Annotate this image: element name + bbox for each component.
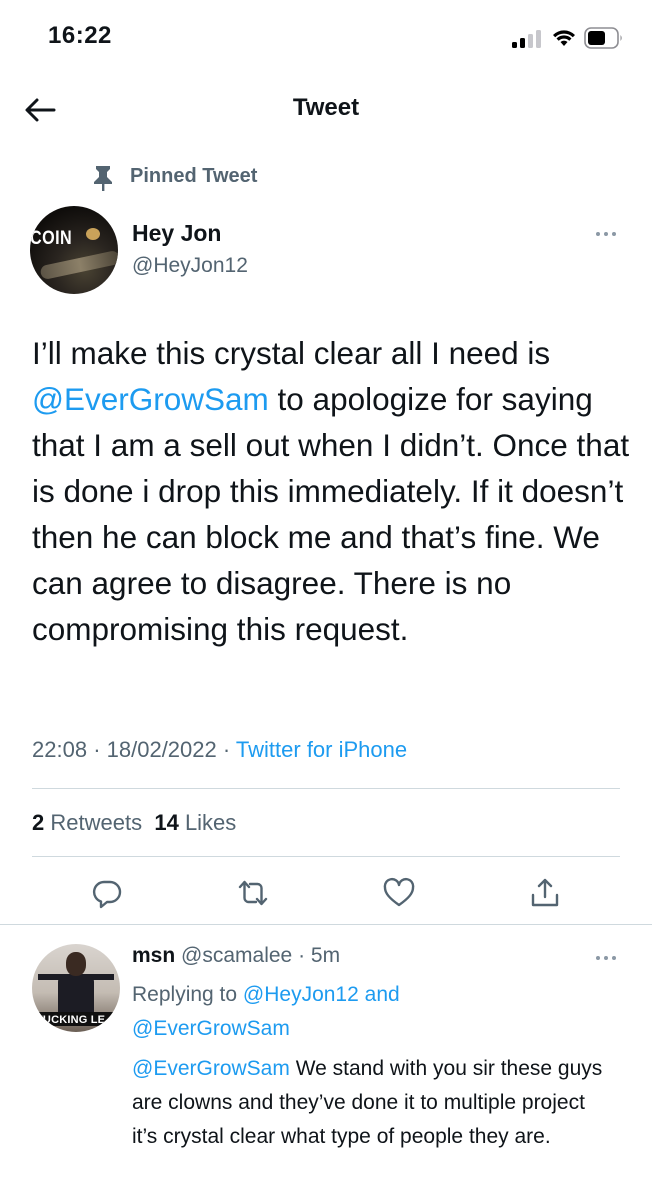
- reply-header: msn @scamalee · 5m: [132, 944, 341, 967]
- reply-text: @EverGrowSam We stand with you sir these…: [132, 1057, 603, 1148]
- retweet-icon[interactable]: [236, 876, 270, 910]
- mention-link[interactable]: @EverGrowSam: [132, 1057, 290, 1080]
- pinned-tweet-label: Pinned Tweet: [130, 165, 258, 187]
- share-icon[interactable]: [528, 876, 562, 910]
- cellular-signal-icon: [512, 30, 544, 48]
- reply-avatar-text: FUCKING LE: [36, 1014, 106, 1026]
- tweet-timestamp: 22:08 · 18/02/2022 · Twitter for iPhone: [32, 737, 408, 762]
- reply-more-options-icon[interactable]: [596, 956, 616, 960]
- battery-icon: [584, 27, 622, 49]
- replying-to-mention[interactable]: @EverGrowSam: [132, 1017, 290, 1040]
- tweet-date: 18/02/2022: [106, 737, 217, 762]
- likes-stat[interactable]: 14 Likes: [154, 810, 236, 835]
- avatar-text: COIN: [30, 228, 73, 249]
- divider: [32, 856, 620, 857]
- reply-age: 5m: [310, 944, 341, 967]
- author-name[interactable]: Hey Jon: [132, 220, 221, 247]
- reply-avatar[interactable]: FUCKING LE: [32, 944, 120, 1032]
- divider: [0, 924, 652, 925]
- mention-link[interactable]: @EverGrowSam: [32, 381, 269, 417]
- tweet-time: 22:08: [32, 737, 88, 762]
- status-time: 16:22: [48, 22, 112, 49]
- reply-author-handle[interactable]: @scamalee: [181, 944, 292, 967]
- like-icon[interactable]: [382, 876, 416, 910]
- page-title: Tweet: [292, 94, 360, 121]
- tweet-source-link[interactable]: Twitter for iPhone: [236, 737, 407, 762]
- replying-to-mention[interactable]: @HeyJon12: [243, 983, 359, 1006]
- tweet-stats: 2 Retweets 14 Likes: [32, 810, 236, 836]
- replying-to: Replying to @HeyJon12 and @EverGrowSam: [132, 983, 400, 1040]
- reply-author-name[interactable]: msn: [132, 944, 175, 967]
- author-handle[interactable]: @HeyJon12: [132, 254, 248, 278]
- avatar[interactable]: COIN: [30, 206, 118, 294]
- retweets-stat[interactable]: 2 Retweets: [32, 810, 142, 835]
- divider: [32, 788, 620, 789]
- pin-icon: [94, 166, 112, 191]
- reply-icon[interactable]: [90, 876, 124, 910]
- wifi-icon: [553, 30, 575, 46]
- more-options-icon[interactable]: [596, 232, 616, 236]
- tweet-text: I’ll make this crystal clear all I need …: [32, 335, 630, 647]
